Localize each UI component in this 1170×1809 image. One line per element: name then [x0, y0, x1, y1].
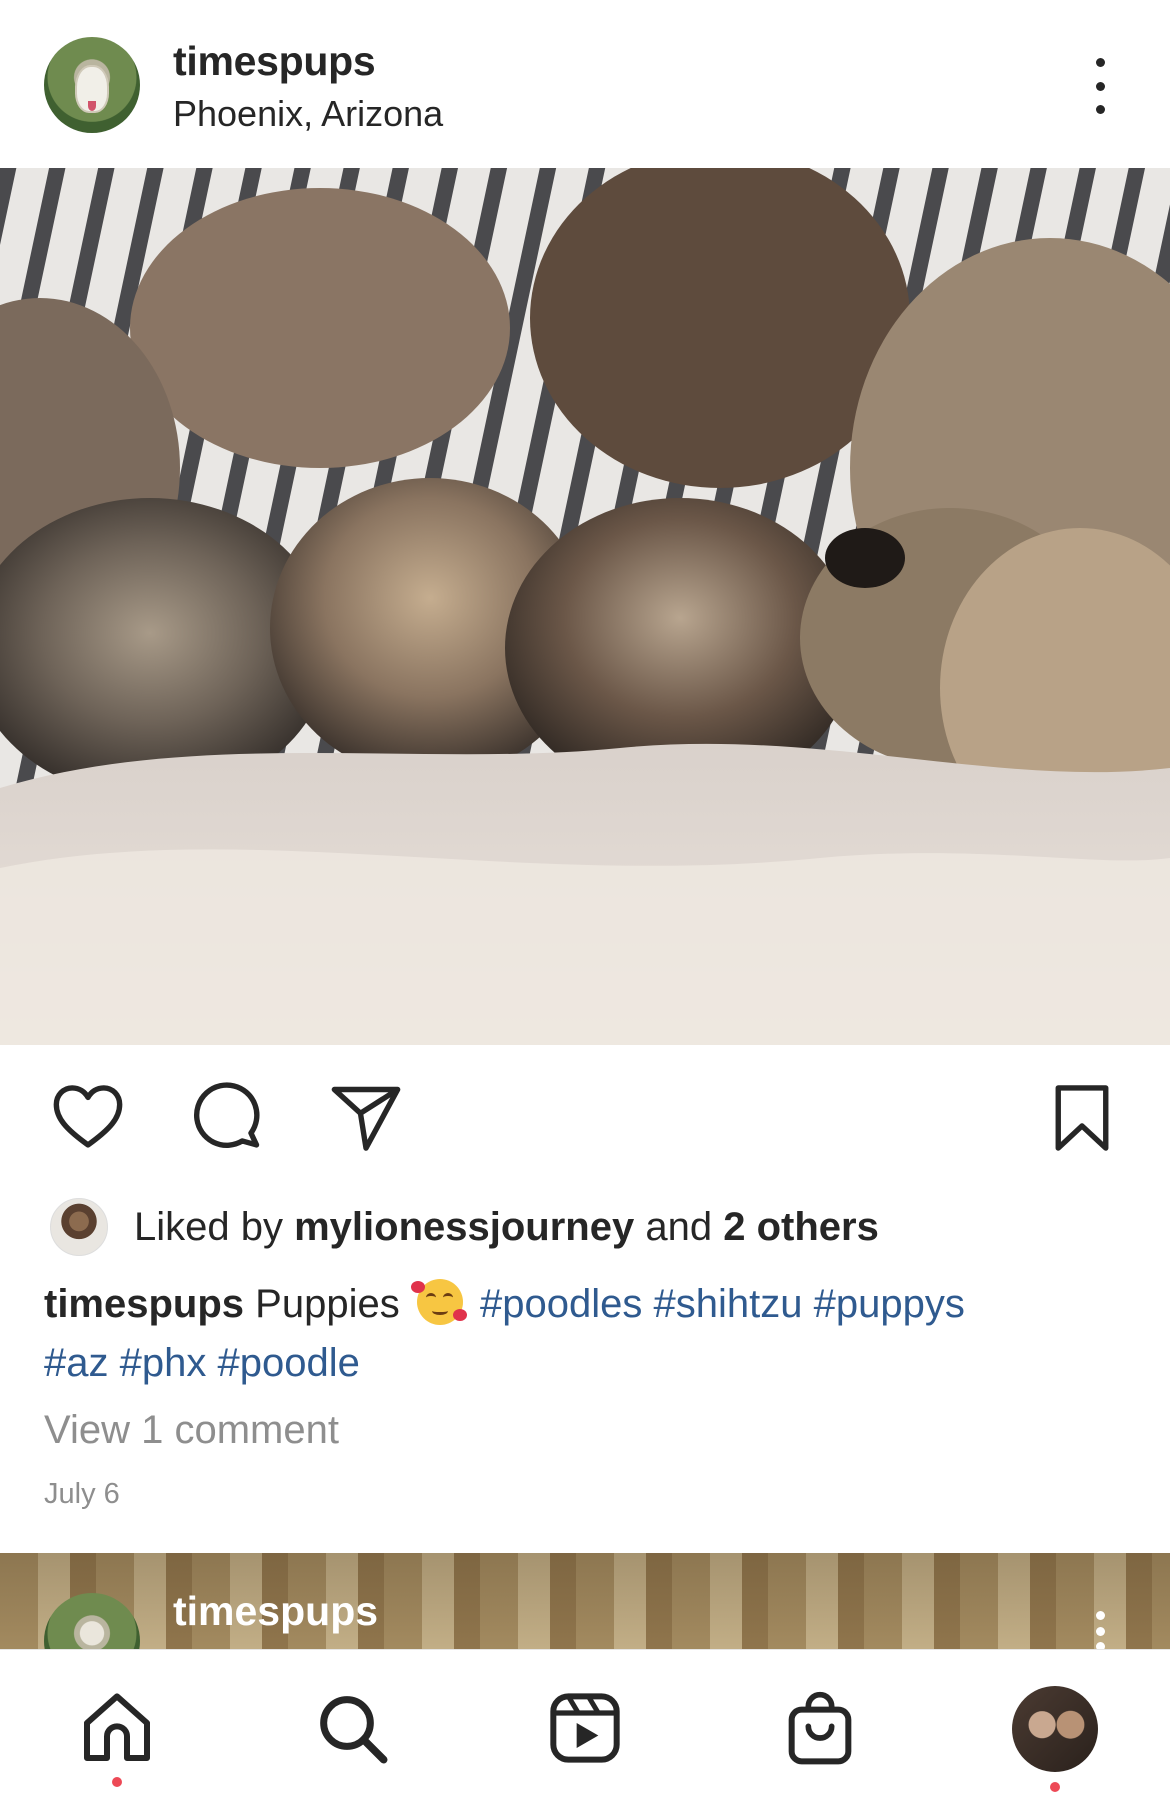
profile-notification-dot: [1050, 1782, 1060, 1792]
more-options-icon[interactable]: [1080, 58, 1120, 114]
caption-username[interactable]: timespups: [44, 1282, 244, 1326]
hashtag[interactable]: #poodles: [480, 1282, 642, 1326]
hashtag[interactable]: #az: [44, 1341, 109, 1385]
send-icon[interactable]: [328, 1080, 404, 1156]
liker-username[interactable]: mylionessjourney: [294, 1205, 634, 1249]
heart-icon[interactable]: [50, 1080, 126, 1156]
puppies-photo-illustration: [0, 168, 1170, 1045]
view-comments-link[interactable]: View 1 comment: [44, 1408, 339, 1453]
hashtag[interactable]: #shihtzu: [653, 1282, 802, 1326]
profile-avatar[interactable]: [1012, 1686, 1098, 1772]
next-post-header[interactable]: timespups: [0, 1553, 1170, 1649]
smiling-face-with-hearts-icon: [410, 1279, 467, 1325]
shop-icon[interactable]: [780, 1688, 860, 1768]
post-actions: [0, 1080, 1170, 1156]
post-caption: timespups Puppies #poodles #shihtzu #pup…: [44, 1275, 1124, 1393]
reels-icon[interactable]: [545, 1688, 625, 1768]
hashtag[interactable]: #phx: [120, 1341, 207, 1385]
home-icon[interactable]: [77, 1688, 157, 1768]
likes-row[interactable]: Liked by mylionessjourney and 2 others: [50, 1198, 879, 1256]
home-notification-dot: [112, 1777, 122, 1787]
post-location[interactable]: Phoenix, Arizona: [173, 93, 443, 135]
post-username[interactable]: timespups: [173, 38, 376, 85]
post-photo[interactable]: [0, 168, 1170, 1045]
liker-avatar[interactable]: [50, 1198, 108, 1256]
search-icon[interactable]: [312, 1688, 392, 1768]
post-header: timespups Phoenix, Arizona: [0, 0, 1170, 168]
likes-text: Liked by mylionessjourney and 2 others: [134, 1204, 879, 1249]
next-post-more-icon[interactable]: [1094, 1611, 1106, 1649]
caption-text: Puppies: [255, 1282, 400, 1326]
comment-icon[interactable]: [190, 1080, 266, 1156]
likes-others[interactable]: 2 others: [723, 1205, 879, 1249]
hashtag[interactable]: #poodle: [218, 1341, 360, 1385]
hashtag[interactable]: #puppys: [814, 1282, 965, 1326]
bottom-navigation: [0, 1649, 1170, 1809]
bookmark-icon[interactable]: [1044, 1080, 1120, 1156]
post-author-avatar[interactable]: [44, 37, 140, 133]
post-date: July 6: [44, 1478, 120, 1510]
next-post-username[interactable]: timespups: [173, 1588, 378, 1635]
